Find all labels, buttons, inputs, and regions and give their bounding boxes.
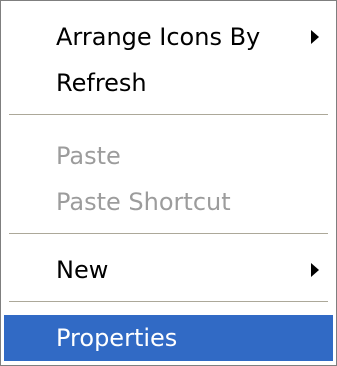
menu-separator [9,114,328,116]
menu-item-arrange-icons-by[interactable]: Arrange Icons By [4,14,333,60]
menu-item-label: Paste Shortcut [56,188,231,216]
submenu-arrow-icon [311,263,319,277]
menu-item-label: Arrange Icons By [56,23,261,51]
menu-item-paste-shortcut: Paste Shortcut [4,179,333,225]
menu-separator [9,233,328,235]
menu-item-refresh[interactable]: Refresh [4,60,333,106]
menu-item-new[interactable]: New [4,247,333,293]
menu-item-label: Properties [56,324,178,352]
menu-item-properties[interactable]: Properties [4,315,333,361]
desktop-context-menu: Arrange Icons By Refresh Paste Paste Sho… [0,0,337,366]
menu-item-label: Refresh [56,69,147,97]
menu-item-label: New [56,256,109,284]
menu-item-paste: Paste [4,133,333,179]
menu-item-label: Paste [56,142,121,170]
menu-separator [9,301,328,303]
submenu-arrow-icon [311,30,319,44]
